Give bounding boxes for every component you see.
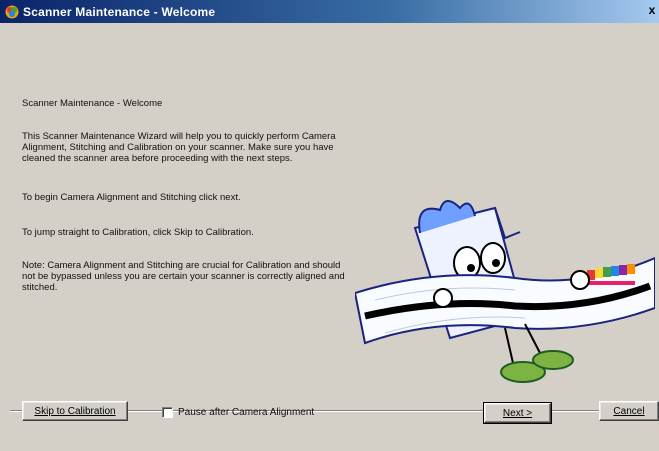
cancel-button[interactable]: Cancel [599, 401, 659, 421]
pause-checkbox[interactable] [162, 407, 173, 418]
pause-after-alignment-option[interactable]: Pause after Camera Alignment [162, 407, 314, 418]
pause-checkbox-label[interactable]: Pause after Camera Alignment [178, 407, 314, 418]
next-button-label: Next > [502, 407, 533, 419]
title-bar: Scanner Maintenance - Welcome x [0, 0, 659, 23]
wizard-content: Scanner Maintenance - Welcome This Scann… [0, 23, 659, 451]
skip-to-calibration-label: Skip to Calibration [34, 405, 116, 417]
skip-to-calibration-button[interactable]: Skip to Calibration [22, 401, 128, 421]
scanner-mascot-illustration [355, 200, 655, 383]
page-heading: Scanner Maintenance - Welcome [22, 98, 163, 109]
cancel-button-label: Cancel [613, 405, 645, 417]
intro-paragraph: This Scanner Maintenance Wizard will hel… [22, 131, 336, 164]
scanner-app-icon [5, 5, 19, 18]
next-button[interactable]: Next > [483, 402, 552, 424]
skip-instruction: To jump straight to Calibration, click S… [22, 227, 254, 238]
next-instruction: To begin Camera Alignment and Stitching … [22, 192, 241, 203]
note-paragraph: Note: Camera Alignment and Stitching are… [22, 260, 345, 293]
window-title: Scanner Maintenance - Welcome [23, 4, 216, 19]
close-icon[interactable]: x [647, 3, 657, 18]
